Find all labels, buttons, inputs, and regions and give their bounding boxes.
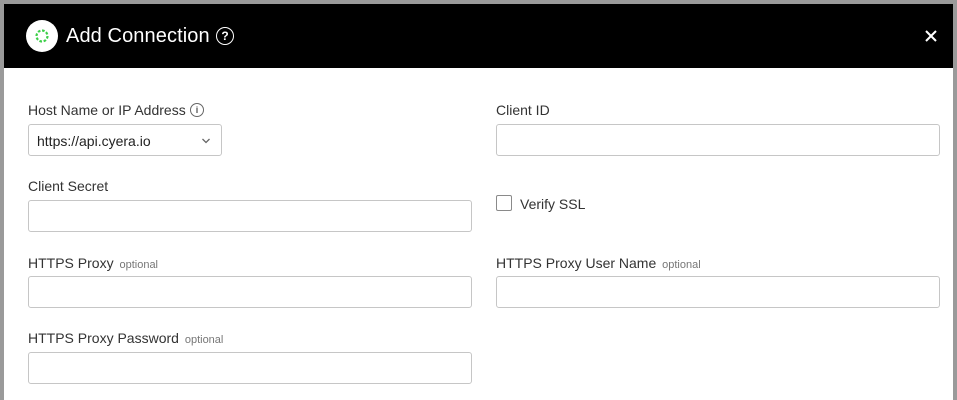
verify-ssl-checkbox[interactable] [496, 195, 512, 211]
https-proxy-password-field[interactable] [28, 352, 472, 384]
info-icon[interactable]: i [190, 103, 204, 117]
dialog-header: Add Connection ? [4, 4, 953, 68]
help-icon[interactable]: ? [216, 27, 234, 45]
optional-tag: optional [662, 259, 701, 271]
client-secret-field[interactable] [28, 200, 472, 232]
add-connection-dialog: Add Connection ? Host Name or IP Address… [0, 0, 957, 400]
optional-tag: optional [184, 334, 224, 346]
client-secret-label: Client Secret [28, 178, 109, 194]
client-id-label: Client ID [496, 102, 550, 118]
optional-tag: optional [119, 259, 159, 271]
https-proxy-password-label: HTTPS Proxy Password optional [28, 329, 223, 349]
https-proxy-field[interactable] [28, 276, 472, 308]
https-proxy-user-label: HTTPS Proxy User Name optional [496, 254, 701, 274]
verify-ssl-label: Verify SSL [520, 196, 586, 212]
https-proxy-label: HTTPS Proxy optional [28, 254, 158, 274]
close-icon[interactable] [922, 27, 940, 45]
host-select[interactable]: https://api.cyera.io [28, 124, 222, 156]
client-id-field[interactable] [496, 124, 940, 156]
host-label: Host Name or IP Address [28, 102, 186, 118]
https-proxy-password-label-text: HTTPS Proxy Password [28, 330, 179, 346]
chevron-down-icon [202, 138, 210, 144]
host-select-value: https://api.cyera.io [37, 133, 151, 149]
https-proxy-user-label-text: HTTPS Proxy User Name [496, 255, 657, 271]
dialog-title: Add Connection [66, 25, 210, 47]
connector-logo-icon [26, 20, 58, 52]
https-proxy-label-text: HTTPS Proxy [28, 255, 114, 271]
https-proxy-user-field[interactable] [496, 276, 940, 308]
